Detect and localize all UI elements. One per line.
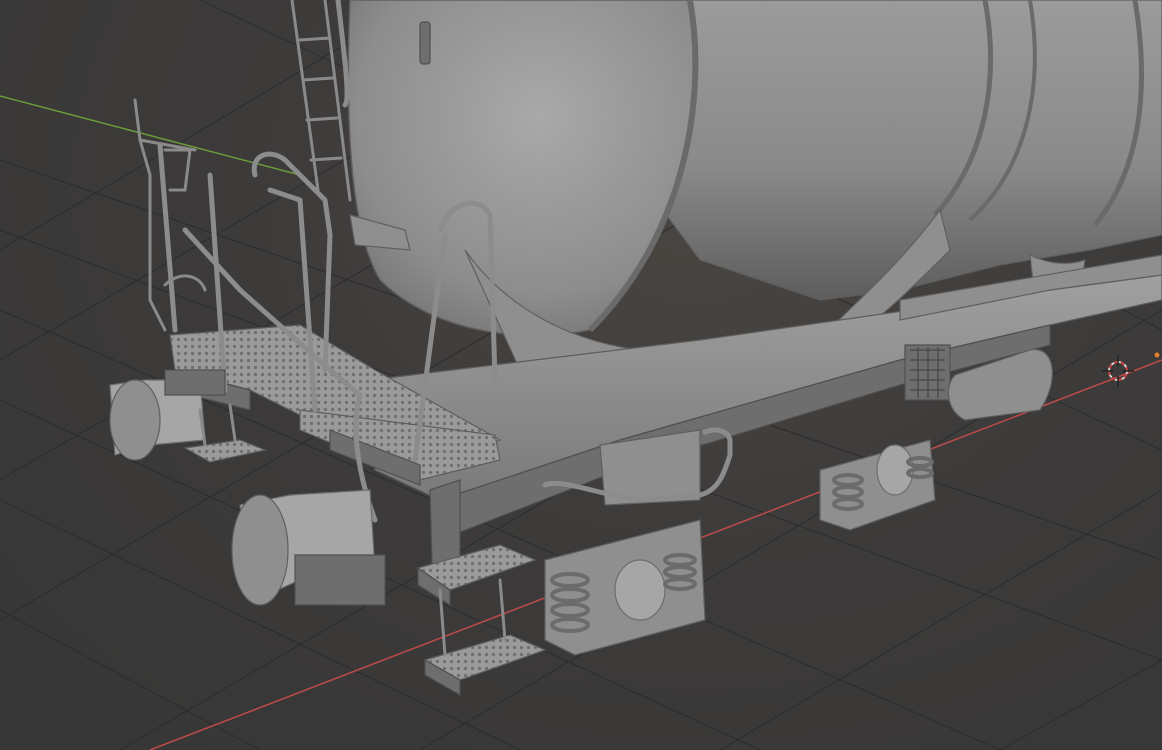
buffer-right[interactable] bbox=[231, 489, 386, 606]
3d-viewport[interactable] bbox=[0, 0, 1162, 750]
origin-point bbox=[1154, 352, 1160, 358]
suspension-front[interactable] bbox=[544, 519, 706, 656]
3d-cursor-icon bbox=[1102, 355, 1134, 387]
viewport-canvas[interactable] bbox=[0, 0, 1162, 750]
